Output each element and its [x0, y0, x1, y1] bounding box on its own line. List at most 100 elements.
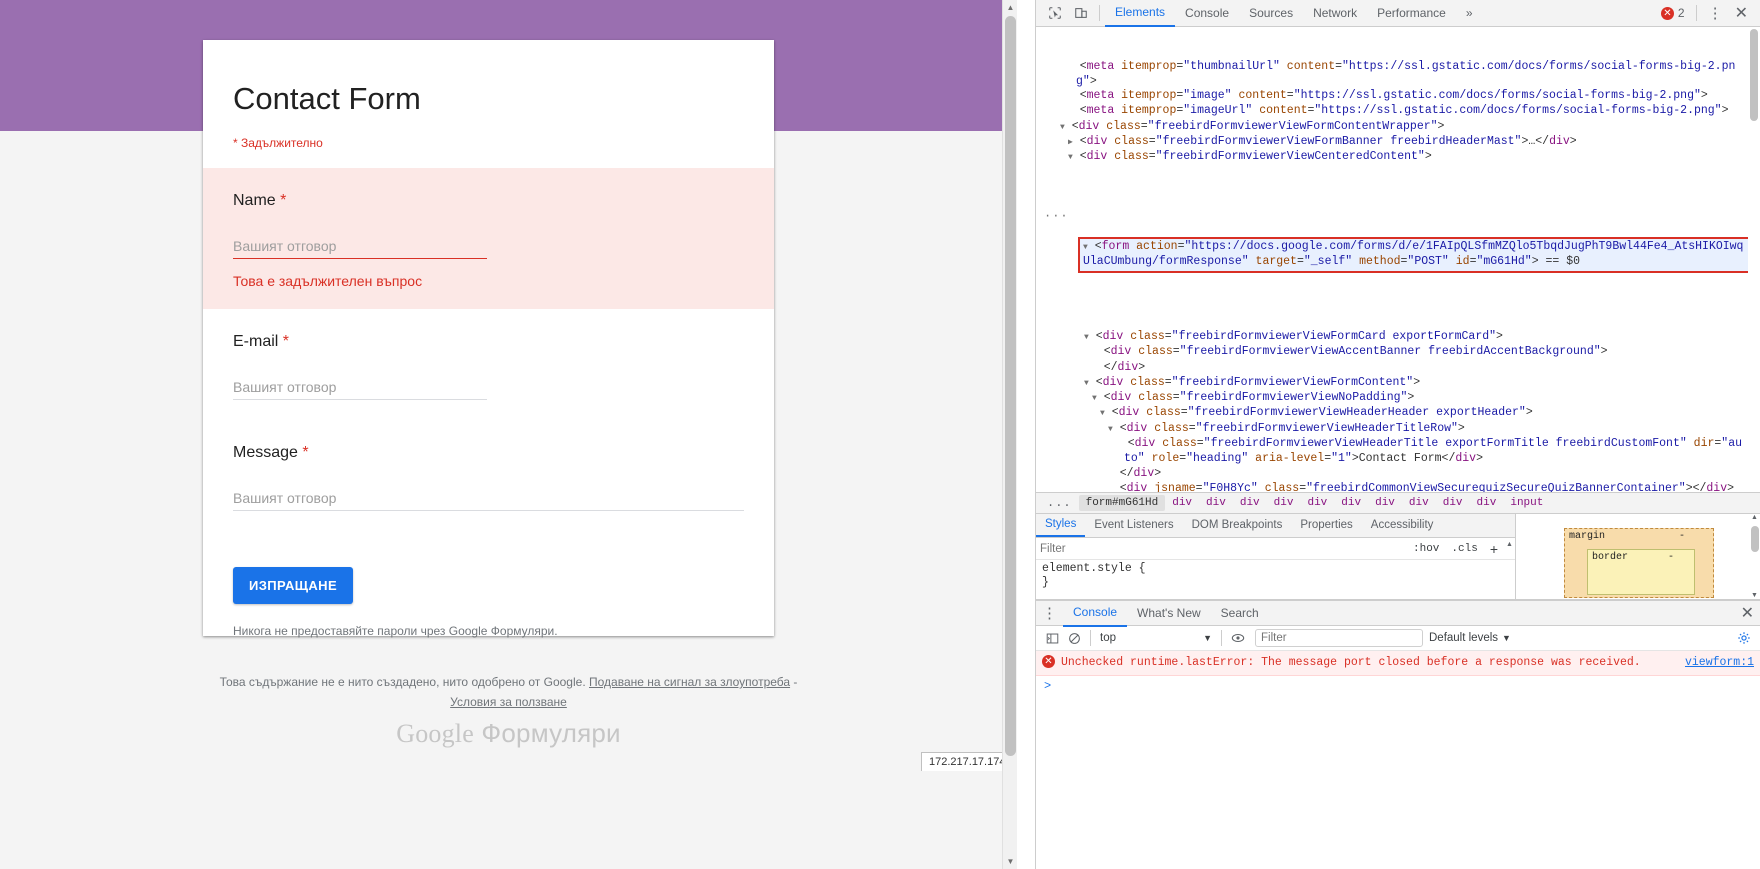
dom-node-line[interactable]: ▼ <div class="freebirdFormviewerViewHead…: [1036, 422, 1760, 437]
selected-node-row[interactable]: ··· ▼ <form action="https://docs.google.…: [1036, 194, 1760, 301]
tab-styles[interactable]: Styles: [1036, 514, 1086, 537]
breadcrumb-item-5[interactable]: div: [1300, 495, 1334, 511]
drawer-tabs: ⋮ Console What's New Search ✕: [1036, 600, 1760, 627]
email-input[interactable]: [233, 379, 487, 400]
google-forms-logo: Google Формуляри: [0, 718, 1017, 749]
tab-accessibility[interactable]: Accessibility: [1362, 515, 1443, 536]
dom-node-line[interactable]: ▼ <div class="freebirdFormviewerViewHead…: [1036, 437, 1760, 467]
dom-node-line[interactable]: ▼ <div class="freebirdFormviewerViewForm…: [1036, 120, 1760, 135]
execution-context-value: top: [1100, 632, 1116, 644]
console-filter-input[interactable]: [1255, 629, 1423, 647]
page-scrollbar[interactable]: ▲ ▼: [1002, 0, 1017, 869]
breadcrumb-item-6[interactable]: div: [1334, 495, 1368, 511]
more-tabs-icon[interactable]: »: [1456, 1, 1483, 26]
breadcrumb-item-input[interactable]: input: [1503, 495, 1550, 511]
dom-node-line[interactable]: ▼ <div class="freebirdFormviewerViewForm…: [1036, 376, 1760, 391]
message-input[interactable]: [233, 490, 744, 511]
terms-of-service-link[interactable]: Условия за ползване: [450, 695, 567, 709]
styles-filter-input[interactable]: [1040, 542, 1407, 555]
breadcrumb-overflow[interactable]: ...: [1040, 496, 1079, 510]
drawer-close-icon[interactable]: ✕: [1735, 603, 1760, 623]
breadcrumb[interactable]: ... form#mG61Hd div div div div div div …: [1036, 492, 1760, 514]
node-badge-ellipsis[interactable]: ···: [1044, 209, 1069, 223]
tab-network[interactable]: Network: [1303, 1, 1367, 26]
never-submit-passwords-note: Никога не предоставяйте пароли чрез Goog…: [233, 624, 558, 638]
dom-node-line[interactable]: ▼ <meta itemprop="imageUrl" content="htt…: [1036, 104, 1760, 119]
tab-elements[interactable]: Elements: [1105, 0, 1176, 27]
breadcrumb-item-1[interactable]: div: [1165, 495, 1199, 511]
tab-console[interactable]: Console: [1175, 1, 1239, 26]
breadcrumb-item-4[interactable]: div: [1267, 495, 1301, 511]
tab-event-listeners[interactable]: Event Listeners: [1085, 515, 1182, 536]
execution-context-select[interactable]: top ▼: [1096, 632, 1216, 644]
drawer-menu-icon[interactable]: ⋮: [1036, 604, 1063, 622]
console-prompt[interactable]: >: [1036, 676, 1760, 696]
tab-sources[interactable]: Sources: [1239, 1, 1303, 26]
cls-button[interactable]: .cls: [1445, 543, 1483, 555]
inspect-element-icon[interactable]: [1042, 2, 1068, 24]
dom-node-line[interactable]: ▼ <div class="freebirdFormviewerViewNoPa…: [1036, 391, 1760, 406]
tab-whats-new[interactable]: What's New: [1127, 601, 1211, 626]
breadcrumb-item-3[interactable]: div: [1233, 495, 1267, 511]
tab-console-drawer[interactable]: Console: [1063, 600, 1128, 627]
breadcrumb-item-8[interactable]: div: [1402, 495, 1436, 511]
breadcrumb-item-9[interactable]: div: [1436, 495, 1470, 511]
tab-search[interactable]: Search: [1211, 601, 1269, 626]
console-toolbar: top ▼ Default levels ▼: [1036, 626, 1760, 651]
dom-node-line[interactable]: ▼ <div class="freebirdFormviewerViewCent…: [1036, 150, 1760, 165]
clear-console-icon[interactable]: [1063, 628, 1085, 648]
scroll-down-arrow[interactable]: ▼: [1003, 854, 1017, 869]
device-toolbar-icon[interactable]: [1068, 2, 1094, 24]
dom-tree-scrollbar[interactable]: [1748, 27, 1760, 492]
selected-form-node[interactable]: ▼ <form action="https://docs.google.com/…: [1078, 237, 1754, 273]
dom-node-line[interactable]: ▼ <div class="freebirdFormviewerViewAcce…: [1036, 345, 1760, 360]
breadcrumb-item-10[interactable]: div: [1470, 495, 1504, 511]
dom-node-line[interactable]: ▼ </div>: [1036, 361, 1760, 376]
pane-scroll-down[interactable]: ▼: [1749, 592, 1760, 599]
computed-box-model-pane: margin - border - ▲ ▼: [1515, 514, 1760, 599]
dom-node-line[interactable]: ▼ <meta itemprop="image" content="https:…: [1036, 89, 1760, 104]
dom-node-line[interactable]: ▼ <div class="freebirdFormviewerViewHead…: [1036, 406, 1760, 421]
dom-node-line[interactable]: ▶ <div class="freebirdFormviewerViewForm…: [1036, 135, 1760, 150]
tab-performance[interactable]: Performance: [1367, 1, 1456, 26]
box-model-border[interactable]: border -: [1587, 549, 1695, 595]
footer-dash: -: [793, 675, 798, 689]
scrollbar-thumb[interactable]: [1005, 16, 1016, 756]
name-error-message: Това е задължителен въпрос: [233, 273, 423, 289]
console-sidebar-icon[interactable]: [1041, 628, 1063, 648]
dom-node-line[interactable]: ▼ </div>: [1036, 467, 1760, 482]
report-abuse-link[interactable]: Подаване на сигнал за злоупотреба: [589, 675, 790, 689]
new-style-rule-button[interactable]: +: [1484, 541, 1504, 557]
dom-tree[interactable]: ▼ <meta itemprop="thumbnailUrl" content=…: [1036, 27, 1760, 492]
kebab-menu-icon[interactable]: ⋮: [1702, 4, 1729, 22]
box-model-margin[interactable]: margin - border -: [1564, 528, 1714, 598]
dom-node-line[interactable]: ▼ <div jsname="F0H8Yc" class="freebirdCo…: [1036, 482, 1760, 492]
element-style-rule[interactable]: element.style { }: [1036, 560, 1515, 592]
tab-properties[interactable]: Properties: [1291, 515, 1361, 536]
dom-node-line[interactable]: ▼ <meta itemprop="thumbnailUrl" content=…: [1036, 60, 1760, 90]
pane-scroll-thumb[interactable]: [1751, 526, 1759, 552]
dom-node-line[interactable]: ▼ <div class="freebirdFormviewerViewForm…: [1036, 330, 1760, 345]
close-icon[interactable]: ✕: [1729, 3, 1754, 23]
console-error-message[interactable]: ✕ Unchecked runtime.lastError: The messa…: [1036, 651, 1760, 676]
log-levels-select[interactable]: Default levels ▼: [1429, 632, 1511, 644]
breadcrumb-item-form[interactable]: form#mG61Hd: [1078, 495, 1166, 511]
breadcrumb-item-7[interactable]: div: [1368, 495, 1402, 511]
live-expression-icon[interactable]: [1227, 628, 1249, 648]
question-label-name: Name *: [233, 190, 744, 212]
pane-scroll-up[interactable]: ▲: [1749, 514, 1760, 521]
gear-icon[interactable]: [1733, 628, 1755, 648]
submit-button[interactable]: ИЗПРАЩАНЕ: [233, 567, 354, 604]
border-value: -: [1667, 552, 1674, 563]
name-input[interactable]: [233, 238, 487, 259]
breadcrumb-item-2[interactable]: div: [1199, 495, 1233, 511]
dom-scrollbar-thumb[interactable]: [1750, 29, 1758, 121]
hov-button[interactable]: :hov: [1407, 543, 1445, 555]
tab-dom-breakpoints[interactable]: DOM Breakpoints: [1183, 515, 1292, 536]
styles-pane-scrollbar[interactable]: ▲ ▼: [1749, 514, 1760, 599]
styles-scroll-up[interactable]: ▲: [1504, 541, 1515, 548]
console-error-source-link[interactable]: viewform:1: [1685, 655, 1754, 670]
scroll-up-arrow[interactable]: ▲: [1003, 0, 1017, 15]
styles-tabs: Styles Event Listeners DOM Breakpoints P…: [1036, 514, 1515, 538]
error-count-badge[interactable]: ✕ 2: [1660, 6, 1685, 20]
